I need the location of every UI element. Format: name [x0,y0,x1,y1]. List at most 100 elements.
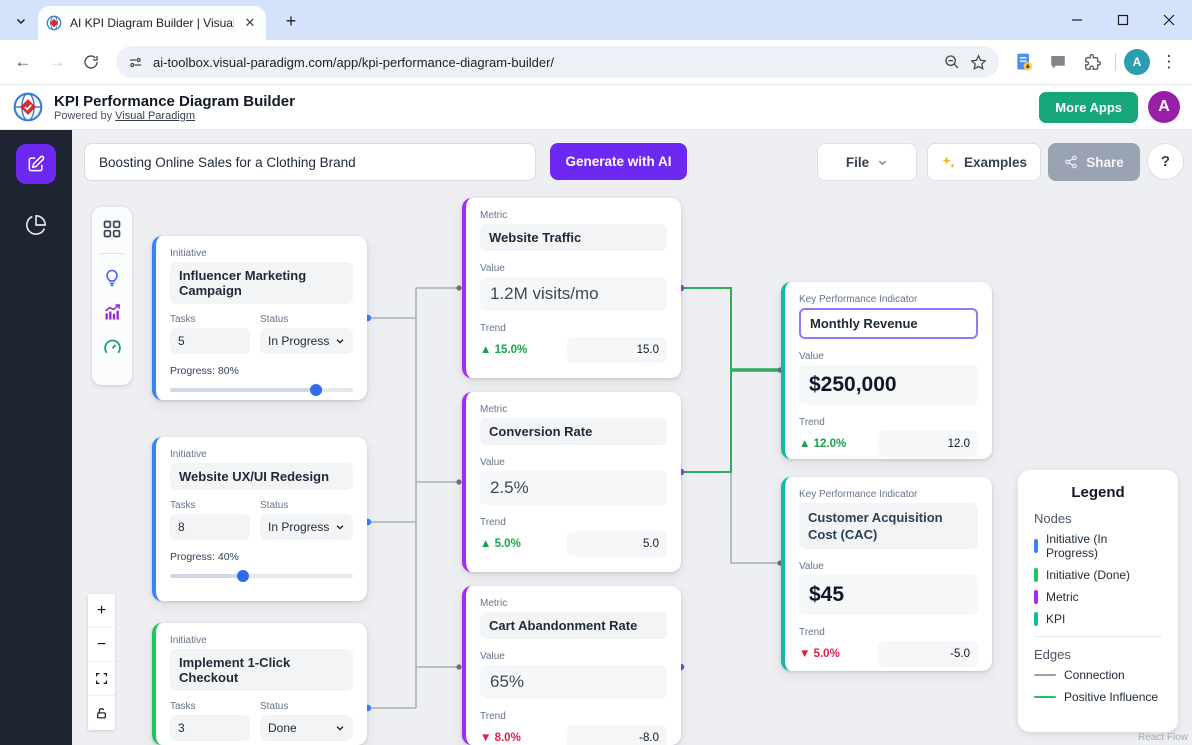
node-type-label: Metric [480,404,667,415]
back-button[interactable]: ← [8,47,38,77]
fit-view-button[interactable] [88,662,115,696]
zoom-out-page-icon[interactable] [944,54,960,70]
trend-pct-value: 5.0% [495,538,521,550]
window-close-button[interactable] [1146,0,1192,40]
tasks-input[interactable]: 8 [170,514,250,540]
tasks-input[interactable]: 3 [170,715,250,741]
metric-value-field[interactable]: 1.2M visits/mo [480,277,667,311]
zoom-out-button[interactable]: − [88,628,115,662]
node-handle[interactable] [456,479,461,484]
trend-pct-value: 5.0% [814,648,840,660]
tab-close-icon[interactable]: ✕ [242,15,258,31]
metric-title-field[interactable]: Website Traffic [480,224,667,251]
node-handle[interactable] [456,664,461,669]
zoom-in-button[interactable]: + [88,594,115,628]
metric-value-field[interactable]: 65% [480,665,667,699]
progress-slider[interactable] [170,384,353,396]
metric-title-field[interactable]: Cart Abandonment Rate [480,612,667,639]
lock-button[interactable] [88,696,115,730]
metric-chart-icon[interactable] [102,302,123,323]
extensions-puzzle-icon[interactable] [1077,47,1107,77]
kpi-title-input[interactable]: Monthly Revenue [799,308,978,339]
legend-item: Connection [1034,668,1162,682]
sidebar-item-editor[interactable] [16,144,56,184]
reading-list-icon[interactable] [1009,47,1039,77]
tasks-value: 3 [178,721,185,735]
file-menu-label: File [846,155,869,170]
node-handle[interactable] [456,285,461,290]
trend-pct-value: 15.0% [495,344,528,356]
kpi-gauge-icon[interactable] [102,337,123,358]
window-maximize-button[interactable] [1100,0,1146,40]
trend-value-input[interactable]: 15.0 [567,337,667,363]
initiative-title-field[interactable]: Implement 1-Click Checkout [170,649,353,691]
diagram-canvas[interactable]: Generate with AI File Examples Share ? [72,130,1192,745]
legend-title: Legend [1034,484,1162,501]
trend-pct-value: 12.0% [814,438,847,450]
generate-with-ai-button[interactable]: Generate with AI [550,143,687,180]
tasks-input[interactable]: 5 [170,328,250,354]
pie-chart-icon [25,214,47,236]
status-select[interactable]: In Progress [260,328,353,354]
initiative-node-one-click-checkout[interactable]: Initiative Implement 1-Click Checkout Ta… [152,623,367,745]
browser-menu-kebab-icon[interactable]: ⋮ [1154,47,1184,77]
metric-node-website-traffic[interactable]: Metric Website Traffic Value 1.2M visits… [462,198,681,378]
initiative-title-field[interactable]: Website UX/UI Redesign [170,463,353,490]
kpi-title-field[interactable]: Customer Acquisition Cost (CAC) [799,503,978,549]
grid-layout-icon[interactable] [102,219,122,239]
status-select[interactable]: Done [260,715,353,741]
sidebar-item-charts[interactable] [25,214,47,236]
trend-value-input[interactable]: 5.0 [567,531,667,557]
trend-value-input[interactable]: -8.0 [567,725,667,745]
trend-value-input[interactable]: 12.0 [878,431,978,457]
kpi-node-monthly-revenue[interactable]: Key Performance Indicator Monthly Revenu… [781,282,992,459]
bookmark-star-icon[interactable] [970,54,987,71]
address-bar[interactable]: ai-toolbox.visual-paradigm.com/app/kpi-p… [116,46,999,78]
progress-slider[interactable] [170,570,353,582]
metric-node-conversion-rate[interactable]: Metric Conversion Rate Value 2.5% Trend … [462,392,681,572]
browser-profile-avatar[interactable]: A [1124,49,1150,75]
minimize-icon [1071,14,1083,26]
initiative-lightbulb-icon[interactable] [102,268,122,288]
status-select[interactable]: In Progress [260,514,353,540]
metric-node-cart-abandonment[interactable]: Metric Cart Abandonment Rate Value 65% T… [462,586,681,745]
help-button[interactable]: ? [1147,143,1184,180]
url-text[interactable]: ai-toolbox.visual-paradigm.com/app/kpi-p… [153,55,934,70]
trend-label: Trend [480,711,667,722]
react-flow-attribution[interactable]: React Flow [1138,732,1188,743]
forward-button[interactable]: → [42,47,72,77]
status-label: Status [260,314,353,325]
examples-button[interactable]: Examples [927,143,1041,181]
tasks-label: Tasks [170,314,250,325]
share-button[interactable]: Share [1048,143,1140,181]
user-avatar[interactable]: A [1148,91,1180,123]
metric-value-field[interactable]: 2.5% [480,471,667,505]
kpi-value-field[interactable]: $45 [799,575,978,615]
metric-title-field[interactable]: Conversion Rate [480,418,667,445]
browser-tab[interactable]: AI KPI Diagram Builder | Visualiz ✕ [38,6,266,40]
file-menu-button[interactable]: File [817,143,917,181]
window-minimize-button[interactable] [1054,0,1100,40]
site-info-icon[interactable] [128,55,143,70]
examples-label: Examples [964,155,1027,170]
initiative-node-influencer-marketing[interactable]: Initiative Influencer Marketing Campaign… [152,236,367,400]
legend-color-swatch [1034,612,1038,626]
initiative-node-ux-redesign[interactable]: Initiative Website UX/UI Redesign Tasks … [152,437,367,601]
legend-color-swatch [1034,539,1038,553]
legend-edge-swatch [1034,696,1056,698]
reload-button[interactable] [76,47,106,77]
tab-search-button[interactable] [8,8,34,34]
visual-paradigm-link[interactable]: Visual Paradigm [115,110,195,122]
trend-down-icon: ▼ [799,648,810,660]
trend-value-input[interactable]: -5.0 [878,641,978,667]
legend-item-label: Connection [1064,668,1125,682]
more-apps-button[interactable]: More Apps [1039,92,1138,123]
kpi-node-cac[interactable]: Key Performance Indicator Customer Acqui… [781,477,992,671]
new-tab-button[interactable]: + [278,8,304,34]
initiative-title-field[interactable]: Influencer Marketing Campaign [170,262,353,304]
node-type-label: Initiative [170,635,353,646]
share-label: Share [1086,155,1124,170]
prompt-input[interactable] [84,143,536,181]
kpi-value-field[interactable]: $250,000 [799,365,978,405]
comment-icon[interactable] [1043,47,1073,77]
